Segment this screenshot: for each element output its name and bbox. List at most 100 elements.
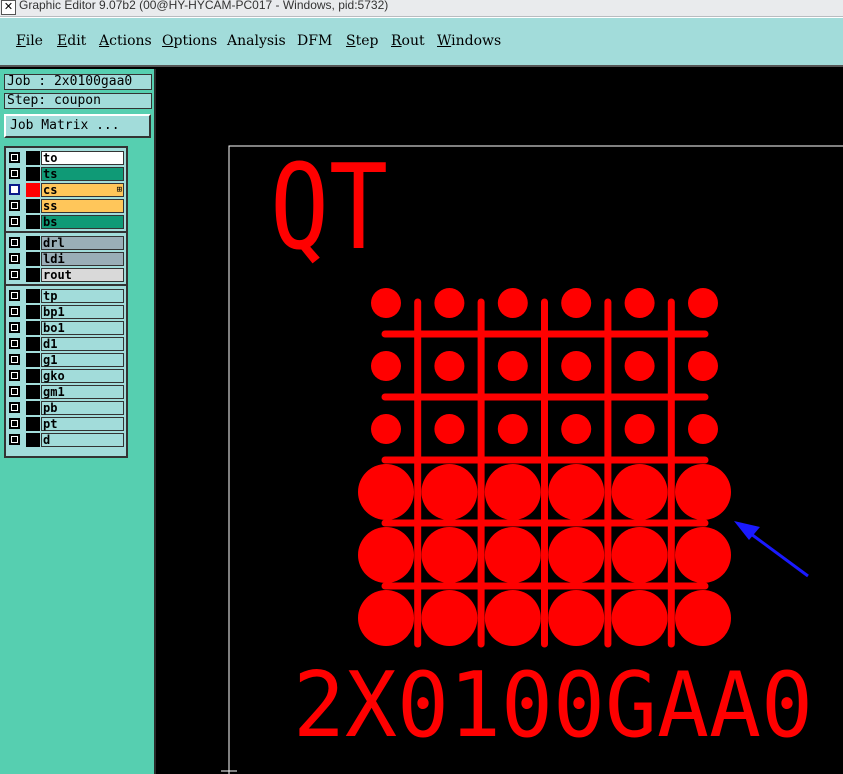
layer-row-bs[interactable]: bs <box>6 214 126 230</box>
layer-checkbox[interactable] <box>9 269 20 280</box>
layer-name[interactable]: ldi <box>41 252 124 266</box>
layer-color-swatch[interactable] <box>26 151 40 165</box>
layer-checkbox[interactable] <box>9 386 20 397</box>
menu-rout[interactable]: Rout <box>391 33 425 49</box>
layer-name[interactable]: rout <box>41 268 124 282</box>
layer-color-swatch[interactable] <box>26 417 40 431</box>
layer-name[interactable]: d <box>41 433 124 447</box>
large-pad <box>358 590 414 646</box>
layer-name[interactable]: g1 <box>41 353 124 367</box>
job-matrix-button[interactable]: Job Matrix ... <box>4 114 151 138</box>
small-pad <box>497 288 528 318</box>
layer-name[interactable]: to <box>41 151 124 165</box>
layer-color-swatch[interactable] <box>26 183 40 197</box>
layer-name[interactable]: d1 <box>41 337 124 351</box>
layer-name[interactable]: ts <box>41 167 124 181</box>
layer-checkbox[interactable] <box>9 434 20 445</box>
menu-options[interactable]: Options <box>162 33 217 49</box>
layer-checkbox[interactable] <box>9 338 20 349</box>
layer-name[interactable]: pb <box>41 401 124 415</box>
layer-checkbox[interactable] <box>9 354 20 365</box>
layer-checkbox[interactable] <box>9 237 20 248</box>
layer-color-swatch[interactable] <box>26 321 40 335</box>
menu-edit[interactable]: Edit <box>57 33 86 49</box>
layer-checkbox[interactable] <box>9 152 20 163</box>
graphic-canvas[interactable]: QT 2X0100GAA0 <box>157 69 843 774</box>
layer-checkbox[interactable] <box>9 322 20 333</box>
layer-color-swatch[interactable] <box>26 289 40 303</box>
annotation-arrow-icon <box>734 521 809 578</box>
layer-name[interactable]: pt <box>41 417 124 431</box>
layer-color-swatch[interactable] <box>26 385 40 399</box>
layer-name[interactable]: drl <box>41 236 124 250</box>
large-pad <box>358 464 414 520</box>
layer-color-swatch[interactable] <box>26 433 40 447</box>
layer-color-swatch[interactable] <box>26 236 40 250</box>
layer-name[interactable]: bs <box>41 215 124 229</box>
layer-row-bp1[interactable]: bp1 <box>6 304 126 320</box>
layer-row-cs[interactable]: cs ⊞ <box>6 182 126 198</box>
layer-name[interactable]: bp1 <box>41 305 124 319</box>
menu-analysis[interactable]: Analysis <box>227 33 286 49</box>
layer-color-swatch[interactable] <box>26 252 40 266</box>
layer-name[interactable]: bo1 <box>41 321 124 335</box>
layer-checkbox[interactable] <box>9 306 20 317</box>
layer-checkbox[interactable] <box>9 216 20 227</box>
layer-checkbox[interactable] <box>9 290 20 301</box>
layer-color-swatch[interactable] <box>26 215 40 229</box>
menu-windows[interactable]: Windows <box>437 33 501 49</box>
small-pad <box>434 414 465 444</box>
layer-color-swatch[interactable] <box>26 199 40 213</box>
menu-actions[interactable]: Actions <box>99 33 152 49</box>
layer-checkbox[interactable] <box>9 418 20 429</box>
small-pad <box>688 351 718 381</box>
large-pad <box>548 590 605 646</box>
layer-row-tp[interactable]: tp <box>6 288 126 304</box>
layer-name[interactable]: gko <box>41 369 124 383</box>
layer-row-to[interactable]: to <box>6 150 126 166</box>
large-pad <box>421 464 478 520</box>
app-icon[interactable]: ✕ <box>1 0 16 15</box>
layer-row-gm1[interactable]: gm1 <box>6 384 126 400</box>
board-view[interactable]: QT 2X0100GAA0 <box>157 69 843 774</box>
layer-row-bo1[interactable]: bo1 <box>6 320 126 336</box>
small-pad <box>688 288 718 318</box>
job-name-label: Job : 2x0100gaa0 <box>4 74 152 90</box>
menu-file[interactable]: File <box>16 33 43 49</box>
layer-row-pb[interactable]: pb <box>6 400 126 416</box>
layer-row-ss[interactable]: ss <box>6 198 126 214</box>
layer-row-rout[interactable]: rout <box>6 267 126 283</box>
layer-checkbox[interactable] <box>9 402 20 413</box>
layer-checkbox[interactable] <box>9 253 20 264</box>
layer-row-ts[interactable]: ts <box>6 166 126 182</box>
layer-name[interactable]: gm1 <box>41 385 124 399</box>
layer-row-drl[interactable]: drl <box>6 235 126 251</box>
large-pad <box>484 590 541 646</box>
layer-color-swatch[interactable] <box>26 369 40 383</box>
layer-row-d[interactable]: d <box>6 432 126 448</box>
menu-step[interactable]: Step <box>346 33 378 49</box>
layer-row-pt[interactable]: pt <box>6 416 126 432</box>
layer-name[interactable]: ss <box>41 199 124 213</box>
menu-dfm[interactable]: DFM <box>297 33 332 49</box>
layer-row-gko[interactable]: gko <box>6 368 126 384</box>
layer-color-swatch[interactable] <box>26 337 40 351</box>
layer-color-swatch[interactable] <box>26 353 40 367</box>
layer-name[interactable]: cs ⊞ <box>41 183 124 197</box>
layer-row-ldi[interactable]: ldi <box>6 251 126 267</box>
layer-color-swatch[interactable] <box>26 167 40 181</box>
layer-group-divider <box>6 284 126 286</box>
layer-color-swatch[interactable] <box>26 268 40 282</box>
large-pad <box>675 527 731 583</box>
layer-checkbox[interactable] <box>9 370 20 381</box>
layer-row-g1[interactable]: g1 <box>6 352 126 368</box>
layer-name[interactable]: tp <box>41 289 124 303</box>
small-pad <box>561 351 592 381</box>
small-pad <box>434 351 465 381</box>
layer-checkbox[interactable] <box>9 168 20 179</box>
layer-checkbox[interactable] <box>9 200 20 211</box>
layer-color-swatch[interactable] <box>26 401 40 415</box>
layer-checkbox[interactable] <box>9 184 20 195</box>
layer-row-d1[interactable]: d1 <box>6 336 126 352</box>
layer-color-swatch[interactable] <box>26 305 40 319</box>
